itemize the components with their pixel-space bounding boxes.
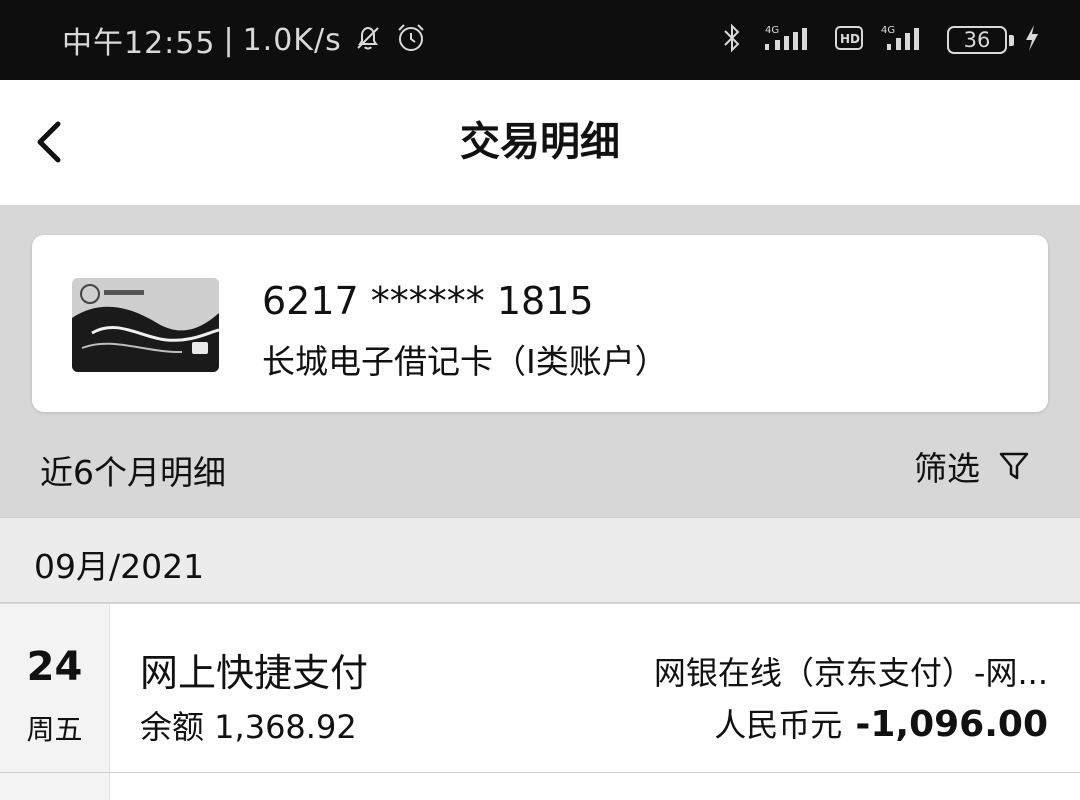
transaction-amount: -1,096.00: [855, 704, 1048, 745]
battery-icon: 36: [947, 26, 1014, 54]
status-bar: 中午12:55 | 1.0K/s 4G HD 4G 36: [0, 0, 1080, 80]
transaction-balance: 余额 1,368.92: [140, 708, 357, 746]
hd-icon: HD: [835, 25, 863, 55]
transaction-merchant: 网银在线（京东支付）-网...: [653, 654, 1048, 692]
battery-tip: [1009, 34, 1014, 46]
date-column: 24 周五: [0, 604, 110, 774]
transaction-row[interactable]: 24 周五 网上快捷支付 余额 1,368.92 网银在线（京东支付）-网...…: [0, 604, 1080, 774]
status-separator: |: [223, 22, 235, 58]
svg-text:4G: 4G: [765, 25, 779, 36]
card-number: 6217 ****** 1815: [262, 279, 594, 323]
month-label: 09月/2021: [34, 547, 205, 586]
date-column: [0, 773, 110, 800]
transaction-day: 24: [26, 644, 83, 690]
period-label: 近6个月明细: [40, 453, 226, 492]
filter-button[interactable]: 筛选: [914, 444, 1030, 488]
status-time: 中午12:55: [62, 26, 216, 61]
signal-4g-icon: 4G: [761, 22, 817, 58]
signal-4g-icon: 4G: [881, 22, 929, 58]
card-panel[interactable]: 6217 ****** 1815 长城电子借记卡（Ⅰ类账户）: [32, 235, 1048, 412]
charging-icon: [1024, 23, 1040, 57]
transaction-type: 网上快捷支付: [140, 651, 369, 695]
svg-text:HD: HD: [840, 32, 860, 46]
transaction-weekday: 周五: [26, 713, 83, 746]
month-header: 09月/2021: [0, 517, 1080, 603]
status-right: 4G HD 4G 36: [703, 22, 1040, 58]
funnel-icon: [999, 452, 1029, 480]
network-speed: 1.0K/s: [242, 22, 342, 58]
filter-label: 筛选: [914, 449, 980, 488]
transaction-currency: 人民币元: [714, 706, 843, 744]
alarm-icon: [394, 21, 428, 59]
bluetooth-icon: [721, 22, 743, 58]
status-left: 中午12:55 | 1.0K/s: [62, 18, 428, 62]
transaction-amount-line: 人民币元 -1,096.00: [714, 700, 1048, 746]
svg-text:4G: 4G: [881, 25, 895, 36]
card-image: [72, 278, 219, 372]
bell-off-icon: [352, 22, 384, 58]
page-title: 交易明细: [460, 119, 620, 165]
card-name: 长城电子借记卡（Ⅰ类账户）: [262, 342, 668, 381]
navigation-bar: 交易明细: [0, 80, 1080, 205]
battery-level: 36: [947, 26, 1007, 54]
transaction-row-partial: [0, 773, 1080, 800]
